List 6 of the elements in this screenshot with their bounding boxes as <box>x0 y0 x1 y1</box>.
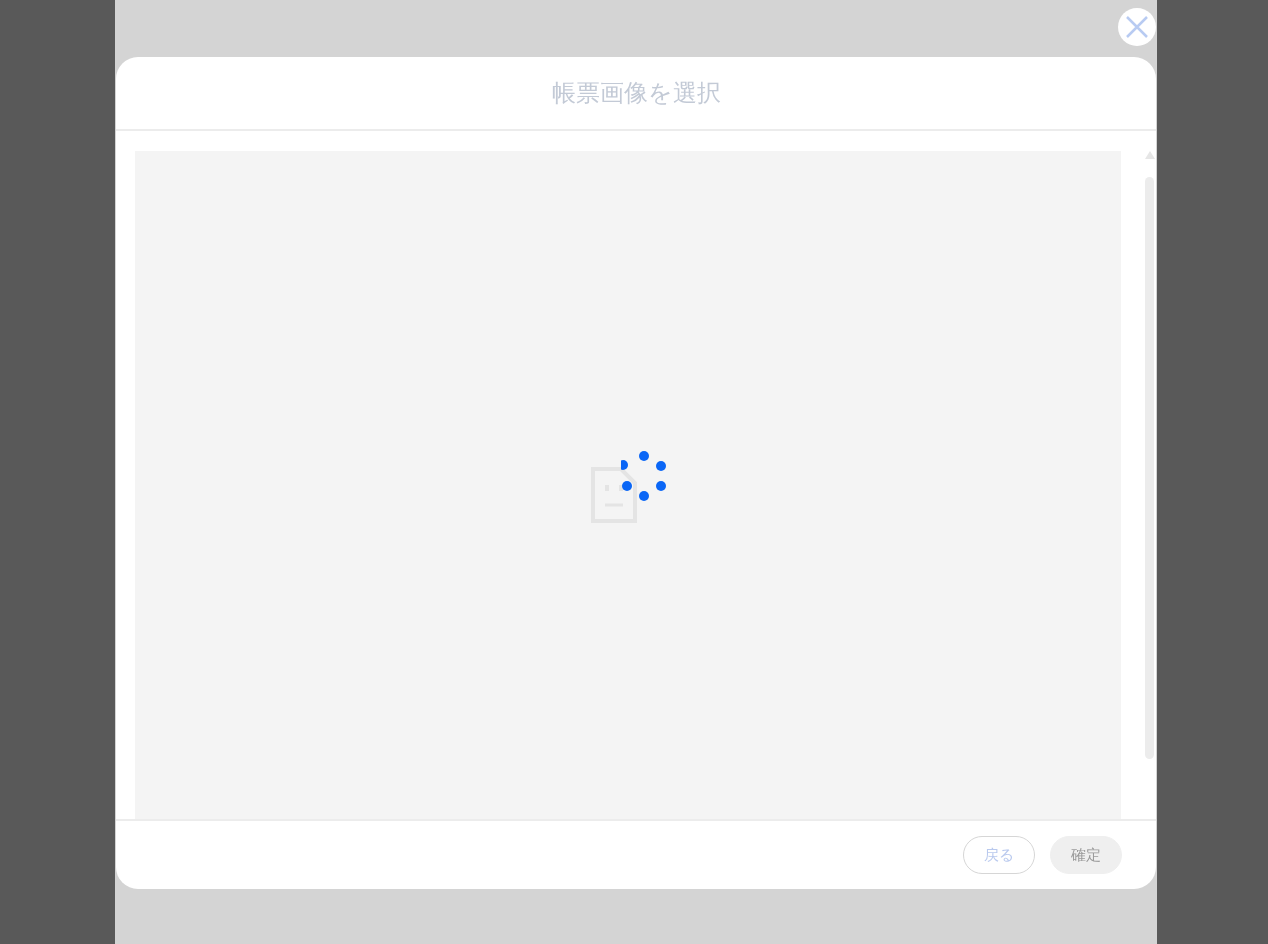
close-icon <box>1125 15 1149 39</box>
scroll-up-icon[interactable] <box>1144 151 1155 159</box>
close-button[interactable] <box>1118 8 1156 46</box>
broken-image-icon <box>591 467 637 523</box>
dialog-title: 帳票画像を選択 <box>551 78 721 109</box>
back-button[interactable]: 戻る <box>963 836 1035 874</box>
